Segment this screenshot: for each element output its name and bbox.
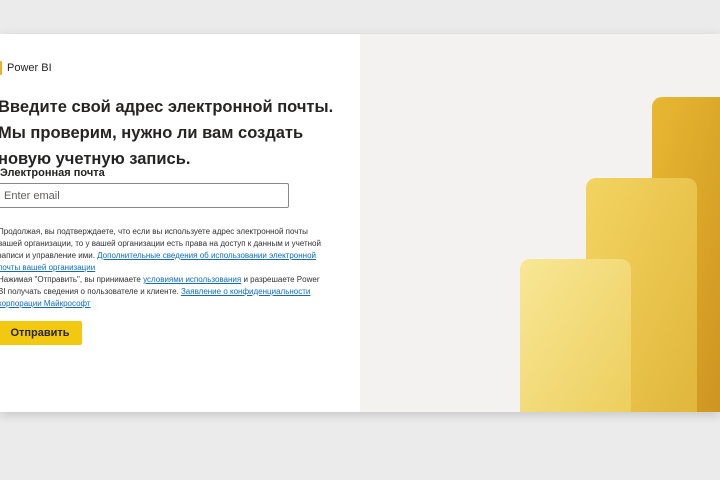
org-consent-paragraph: Продолжая, вы подтверждаете, что если вы… xyxy=(0,226,328,274)
email-label: Электронная почта xyxy=(0,167,105,179)
page-title: Введите свой адрес электронной почты. Мы… xyxy=(0,98,334,168)
sign-up-card: Power BI Введите свой адрес электронной … xyxy=(0,34,720,412)
power-bi-bars-illustration xyxy=(520,97,720,412)
submit-button[interactable]: Отправить xyxy=(0,321,82,345)
brand-name: Power BI xyxy=(7,62,52,74)
brand-header: Power BI xyxy=(0,61,52,75)
email-field[interactable] xyxy=(0,183,289,208)
consent-text: Продолжая, вы подтверждаете, что если вы… xyxy=(0,226,328,310)
illustration-panel xyxy=(360,34,720,412)
terms-consent-paragraph: Нажимая "Отправить", вы принимаете услов… xyxy=(0,274,328,310)
power-bi-logo-icon xyxy=(0,61,2,75)
terms-of-use-link[interactable]: условиями использования xyxy=(143,275,241,284)
form-panel: Power BI Введите свой адрес электронной … xyxy=(0,34,360,412)
front-bar-shape xyxy=(520,259,631,412)
terms-consent-text-prefix: Нажимая "Отправить", вы принимаете xyxy=(0,275,144,284)
